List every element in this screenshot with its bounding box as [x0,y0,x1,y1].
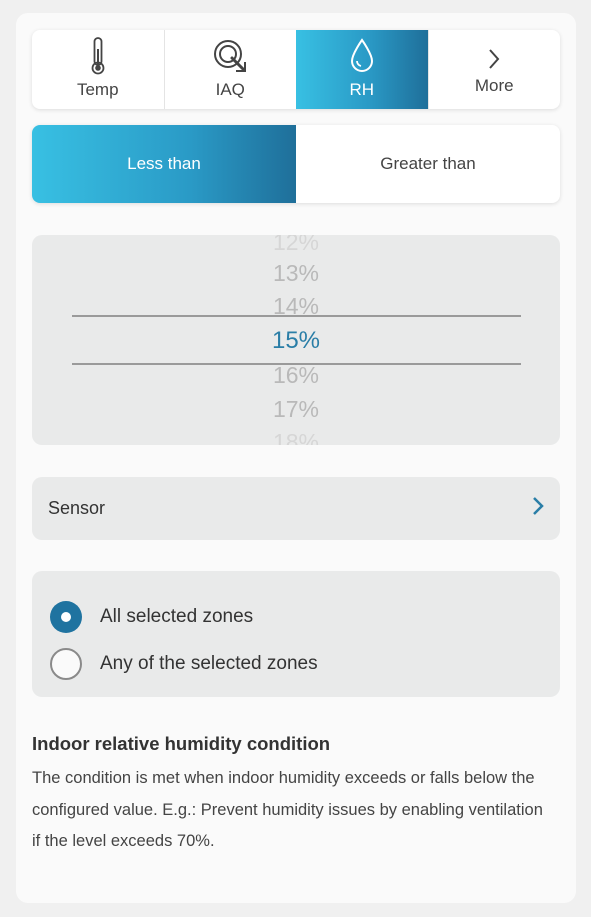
zone-option-label: All selected zones [100,605,254,627]
tab-iaq-label: IAQ [215,80,245,99]
tab-rh[interactable]: RH [296,30,428,109]
air-quality-icon [212,36,248,76]
condition-card: Temp IAQ RH More Less than Greater than … [16,13,576,903]
picker-item[interactable]: 14% [32,289,560,323]
zone-option-label: Any of the selected zones [100,652,318,674]
picker-divider [72,315,521,317]
tab-more-label: More [474,75,514,95]
picker-selected-value[interactable]: 15% [32,324,560,358]
picker-item[interactable]: 17% [32,392,560,426]
zone-option-all[interactable]: All selected zones [32,593,560,640]
picker-item[interactable]: 16% [32,358,560,392]
zone-option-any[interactable]: Any of the selected zones [32,640,560,687]
picker-item[interactable]: 13% [32,256,560,290]
tab-more[interactable]: More [427,30,561,109]
thermometer-icon [90,36,106,76]
tab-temp-label: Temp [76,80,119,99]
radio-selected[interactable] [50,600,82,633]
picker-item[interactable]: 18% [32,425,560,445]
tab-iaq[interactable]: IAQ [163,30,297,109]
zone-options: All selected zones Any of the selected z… [32,571,560,697]
value-picker[interactable]: 12% 13% 14% 15% 16% 17% 18% [32,235,560,445]
chevron-right-icon [487,44,501,74]
info-title: Indoor relative humidity condition [32,733,331,754]
chevron-right-icon [532,496,544,521]
tab-temp[interactable]: Temp [32,30,164,109]
droplet-icon [349,36,375,76]
greater-than-button[interactable]: Greater than [296,125,560,203]
tab-rh-label: RH [349,80,375,99]
less-than-button[interactable]: Less than [32,125,296,203]
comparison-toggle: Less than Greater than [32,125,560,203]
sensor-row[interactable]: Sensor [32,477,560,540]
sensor-type-tabs: Temp IAQ RH More [32,30,560,109]
radio-unselected[interactable] [50,647,82,680]
info-body: The condition is met when indoor humidit… [32,769,543,850]
sensor-label: Sensor [48,498,106,518]
